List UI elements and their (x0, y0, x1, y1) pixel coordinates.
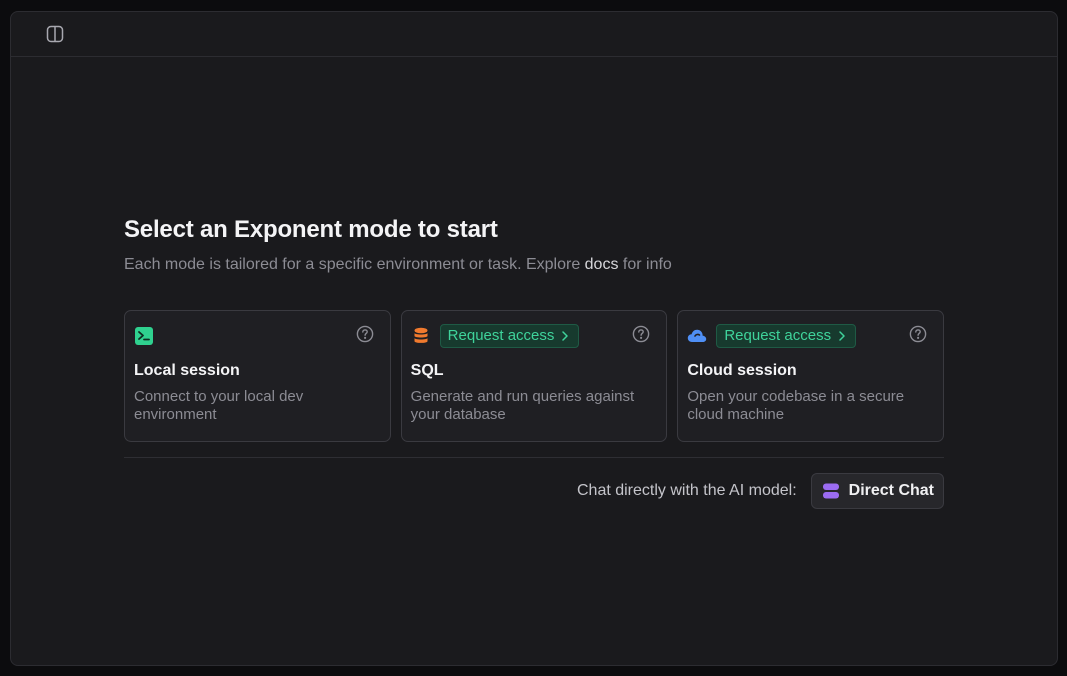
chevron-right-icon (838, 328, 846, 344)
mode-description: Connect to your local dev environment (134, 388, 304, 423)
chat-stack-icon (821, 481, 841, 501)
request-access-button[interactable]: Request access (439, 323, 580, 348)
direct-chat-row: Chat directly with the AI model: Direct … (124, 473, 944, 509)
docs-link[interactable]: docs (585, 256, 619, 273)
direct-chat-label: Chat directly with the AI model: (576, 482, 797, 499)
app-window: Select an Exponent mode to start Each mo… (10, 11, 1058, 666)
sidebar-toggle-icon[interactable] (44, 23, 66, 45)
help-icon[interactable] (909, 325, 929, 345)
mode-title: Local session (134, 362, 240, 379)
cloud-icon (687, 326, 707, 346)
page-subtitle: Each mode is tailored for a specific env… (124, 254, 944, 276)
top-bar (11, 12, 1057, 57)
direct-chat-button-label: Direct Chat (848, 482, 934, 499)
help-icon[interactable] (632, 325, 652, 345)
subtitle-text: Each mode is tailored for a specific env… (124, 256, 585, 273)
request-access-label: Request access (447, 327, 555, 344)
direct-chat-button[interactable]: Direct Chat (810, 473, 944, 509)
mode-title: SQL (410, 362, 444, 379)
mode-cards: Local session Connect to your local dev … (124, 310, 945, 442)
mode-selection: Select an Exponent mode to start Each mo… (124, 214, 945, 509)
mode-title: Cloud session (687, 362, 797, 379)
subtitle-text-end: for info (618, 256, 672, 273)
page-title: Select an Exponent mode to start (124, 216, 498, 243)
database-icon (411, 326, 431, 346)
mode-card-local-session[interactable]: Local session Connect to your local dev … (124, 310, 391, 442)
divider (124, 457, 944, 458)
request-access-label: Request access (724, 327, 832, 344)
mode-description: Generate and run queries against your da… (410, 388, 635, 423)
mode-card-cloud-session[interactable]: Request access Cloud session Open your c… (677, 310, 945, 442)
terminal-icon (134, 326, 154, 346)
request-access-button[interactable]: Request access (716, 323, 857, 348)
chevron-right-icon (561, 328, 569, 344)
help-icon[interactable] (356, 325, 376, 345)
mode-card-sql[interactable]: Request access SQL Generate and run quer… (400, 310, 668, 442)
mode-description: Open your codebase in a secure cloud mac… (687, 388, 905, 423)
